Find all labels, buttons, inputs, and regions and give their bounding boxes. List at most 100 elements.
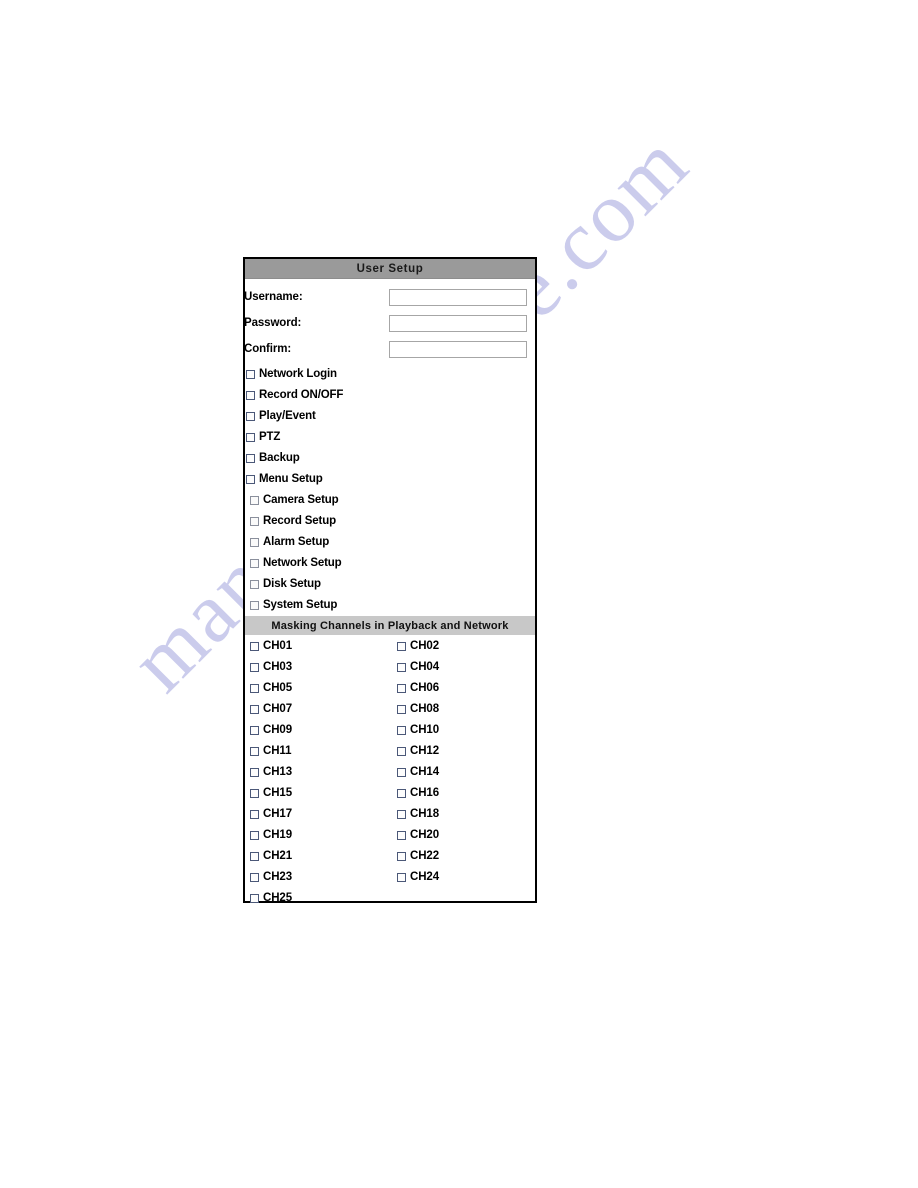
channel-checkbox-cell[interactable]: CH06 <box>392 682 539 695</box>
checkbox-icon[interactable] <box>250 684 259 693</box>
checkbox-icon[interactable] <box>397 726 406 735</box>
checkbox-icon[interactable] <box>250 705 259 714</box>
channel-checkbox-cell[interactable]: CH10 <box>392 723 539 737</box>
permission-row[interactable]: Play/Event <box>245 406 535 427</box>
channel-checkbox-cell[interactable]: CH22 <box>392 850 539 863</box>
channel-checkbox-cell[interactable]: CH15 <box>245 786 392 800</box>
checkbox-icon[interactable] <box>250 663 259 672</box>
checkbox-icon[interactable] <box>246 454 255 463</box>
channel-checkbox-cell[interactable]: CH18 <box>392 808 539 821</box>
confirm-input[interactable] <box>389 340 527 358</box>
checkbox-icon[interactable] <box>246 370 255 379</box>
channel-label: CH12 <box>410 744 440 757</box>
permission-label: Camera Setup <box>263 493 339 506</box>
checkbox-icon[interactable] <box>397 705 406 714</box>
permission-row[interactable]: Network Setup <box>245 553 535 574</box>
checkbox-icon[interactable] <box>250 538 259 547</box>
permission-row[interactable]: System Setup <box>245 595 535 616</box>
permission-row[interactable]: Record Setup <box>245 511 535 532</box>
checkbox-icon[interactable] <box>250 642 259 651</box>
checkbox-icon[interactable] <box>397 831 406 840</box>
channel-label: CH02 <box>410 639 440 652</box>
checkbox-icon[interactable] <box>397 873 406 882</box>
channel-label: CH07 <box>263 702 293 715</box>
channel-checkbox-cell[interactable]: CH12 <box>392 744 539 758</box>
channel-label: CH21 <box>263 849 293 862</box>
permission-row[interactable]: Alarm Setup <box>245 532 535 553</box>
permission-row[interactable]: Record ON/OFF <box>245 385 535 406</box>
channel-checkbox-cell[interactable]: CH21 <box>245 849 392 863</box>
channel-checkbox-cell[interactable]: CH01 <box>245 640 392 653</box>
permission-label: PTZ <box>259 430 281 443</box>
channel-checkbox-cell[interactable]: CH04 <box>392 660 539 674</box>
checkbox-icon[interactable] <box>397 663 406 672</box>
checkbox-icon[interactable] <box>397 642 406 651</box>
permission-label: Alarm Setup <box>263 535 330 548</box>
channel-label: CH08 <box>410 702 440 715</box>
channel-row: CH19 CH20 <box>245 825 535 846</box>
checkbox-icon[interactable] <box>246 433 255 442</box>
checkbox-icon[interactable] <box>250 768 259 777</box>
channel-row: CH03 CH04 <box>245 657 535 678</box>
channel-label: CH15 <box>263 786 293 799</box>
channel-checkbox-cell[interactable]: CH13 <box>245 766 392 779</box>
checkbox-icon[interactable] <box>246 475 255 484</box>
checkbox-icon[interactable] <box>250 747 259 756</box>
checkbox-icon[interactable] <box>250 517 259 526</box>
permission-row[interactable]: Camera Setup <box>245 490 535 511</box>
checkbox-icon[interactable] <box>250 852 259 861</box>
checkbox-icon[interactable] <box>250 894 259 903</box>
checkbox-icon[interactable] <box>246 412 255 421</box>
checkbox-icon[interactable] <box>397 768 406 777</box>
checkbox-icon[interactable] <box>397 852 406 861</box>
checkbox-icon[interactable] <box>397 747 406 756</box>
channel-checkbox-cell[interactable]: CH17 <box>245 808 392 821</box>
channel-checkbox-cell[interactable]: CH08 <box>392 702 539 716</box>
permission-label: Network Login <box>259 367 337 380</box>
channel-checkbox-cell[interactable]: CH03 <box>245 660 392 674</box>
channel-checkbox-cell[interactable]: CH07 <box>245 702 392 716</box>
channel-row: CH15 CH16 <box>245 783 535 804</box>
checkbox-icon[interactable] <box>397 789 406 798</box>
channel-label: CH04 <box>410 660 440 673</box>
channel-checkbox-cell[interactable]: CH23 <box>245 871 392 884</box>
checkbox-icon[interactable] <box>397 810 406 819</box>
channel-label: CH09 <box>263 723 293 736</box>
channel-row: CH17 CH18 <box>245 804 535 825</box>
checkbox-icon[interactable] <box>250 601 259 610</box>
checkbox-icon[interactable] <box>250 873 259 882</box>
channel-checkbox-cell[interactable]: CH09 <box>245 723 392 737</box>
permission-row[interactable]: Menu Setup <box>245 469 535 490</box>
channel-checkbox-cell[interactable]: CH16 <box>392 787 539 800</box>
checkbox-icon[interactable] <box>250 831 259 840</box>
checkbox-icon[interactable] <box>250 559 259 568</box>
permission-label: Backup <box>259 451 300 464</box>
permission-row[interactable]: Disk Setup <box>245 574 535 595</box>
channel-checkbox-cell[interactable]: CH25 <box>245 892 392 905</box>
username-input[interactable] <box>389 288 527 306</box>
channel-row: CH13 CH14 <box>245 762 535 783</box>
channel-label: CH10 <box>410 723 440 736</box>
channel-label: CH03 <box>263 660 293 673</box>
checkbox-icon[interactable] <box>250 580 259 589</box>
channel-checkbox-cell[interactable]: CH19 <box>245 828 392 842</box>
channel-label: CH19 <box>263 828 293 841</box>
channel-row: CH01 CH02 <box>245 636 535 657</box>
permission-row[interactable]: Backup <box>245 448 535 469</box>
checkbox-icon[interactable] <box>250 496 259 505</box>
checkbox-icon[interactable] <box>397 684 406 693</box>
checkbox-icon[interactable] <box>250 726 259 735</box>
channel-checkbox-cell[interactable]: CH20 <box>392 829 539 842</box>
password-input[interactable] <box>389 314 527 332</box>
channel-checkbox-cell[interactable]: CH11 <box>245 745 392 758</box>
checkbox-icon[interactable] <box>250 810 259 819</box>
permission-row[interactable]: Network Login <box>245 364 535 385</box>
channel-checkbox-cell[interactable]: CH24 <box>392 870 539 884</box>
channel-checkbox-cell[interactable]: CH02 <box>392 639 539 653</box>
checkbox-icon[interactable] <box>246 391 255 400</box>
checkbox-icon[interactable] <box>250 789 259 798</box>
channel-label: CH24 <box>410 870 440 883</box>
permission-row[interactable]: PTZ <box>245 427 535 448</box>
channel-checkbox-cell[interactable]: CH14 <box>392 766 539 779</box>
channel-checkbox-cell[interactable]: CH05 <box>245 682 392 695</box>
